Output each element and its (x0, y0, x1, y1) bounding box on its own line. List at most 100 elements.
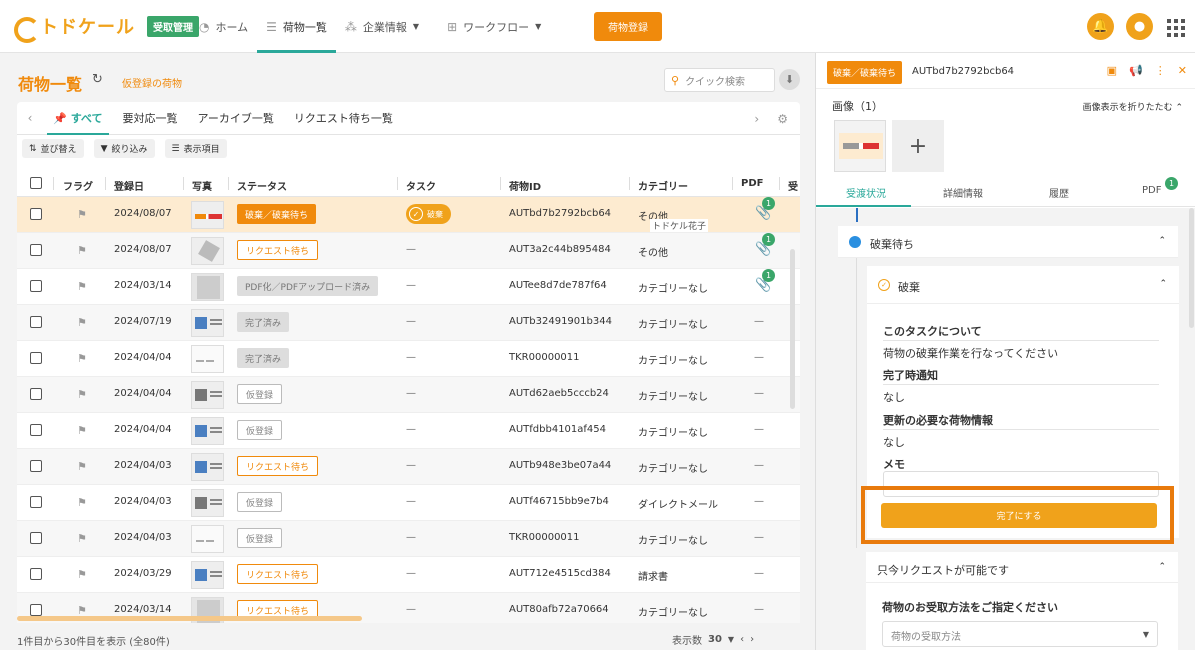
row-package-id[interactable]: AUT3a2c44b895484 (509, 244, 611, 255)
tab-request-waiting[interactable]: リクエスト待ち一覧 (284, 102, 403, 135)
next-page-icon[interactable]: › (750, 634, 754, 645)
more-vertical-icon[interactable]: ⋮ (1155, 64, 1166, 77)
row-photo-thumbnail[interactable] (191, 309, 224, 337)
row-photo-thumbnail[interactable] (191, 273, 224, 301)
vertical-scrollbar[interactable] (790, 249, 795, 409)
row-checkbox[interactable] (30, 532, 42, 544)
add-image-button[interactable]: + (892, 120, 944, 172)
table-row[interactable]: ⚑ 2024/04/04 仮登録 — AUTfdbb4101af454 カテゴリーなし — (17, 413, 800, 449)
table-row[interactable]: ⚑ 2024/04/03 リクエスト待ち — AUTb948e3be07a44 カテゴリー… (17, 449, 800, 485)
refresh-icon[interactable]: ↻ (92, 72, 103, 87)
col-category[interactable]: カテゴリー (638, 178, 688, 193)
nav-package-list[interactable]: ☰ 荷物一覧 (257, 0, 336, 53)
chevron-left-icon[interactable]: ‹ (17, 111, 43, 125)
collapse-images-toggle[interactable]: 画像表示を折りたたむ ⌃ (1083, 100, 1183, 113)
quick-search-input[interactable]: ⚲ クイック検索 (664, 68, 775, 92)
table-row[interactable]: ⚑ 2024/04/04 完了済み — TKR00000011 カテゴリーなし — (17, 341, 800, 377)
receive-method-select[interactable]: 荷物の受取方法 ▼ (882, 621, 1158, 647)
row-photo-thumbnail[interactable] (191, 237, 224, 265)
flag-icon[interactable]: ⚑ (77, 244, 87, 257)
archive-icon[interactable]: ▣ (1107, 64, 1117, 77)
row-package-id[interactable]: AUTbd7b2792bcb64 (509, 208, 611, 219)
row-package-id[interactable]: AUTee8d7de787f64 (509, 280, 607, 291)
table-row[interactable]: ⚑ 2024/04/04 仮登録 — AUTd62aeb5cccb24 カテゴリーなし — (17, 377, 800, 413)
row-photo-thumbnail[interactable] (191, 201, 224, 229)
caret-down-icon[interactable]: ▼ (728, 635, 734, 644)
tab-action-required[interactable]: 要対応一覧 (113, 102, 188, 135)
tab-archive[interactable]: アーカイブ一覧 (188, 102, 284, 135)
col-flag[interactable]: フラグ (63, 178, 93, 193)
col-task[interactable]: タスク (406, 178, 436, 193)
flag-icon[interactable]: ⚑ (77, 316, 87, 329)
flag-icon[interactable]: ⚑ (77, 352, 87, 365)
flag-icon[interactable]: ⚑ (77, 280, 87, 293)
flag-icon[interactable]: ⚑ (77, 460, 87, 473)
flag-icon[interactable]: ⚑ (77, 496, 87, 509)
tab-pdf[interactable]: PDF (1142, 185, 1161, 196)
tab-history[interactable]: 履歴 (1049, 185, 1069, 200)
tab-details[interactable]: 詳細情報 (943, 185, 983, 200)
row-package-id[interactable]: AUTf46715bb9e7b4 (509, 496, 609, 507)
register-package-button[interactable]: 荷物登録 (594, 12, 662, 41)
row-photo-thumbnail[interactable] (191, 489, 224, 517)
sort-button[interactable]: ⇅ 並び替え (22, 139, 84, 158)
logo[interactable]: トドケール 受取管理 (12, 13, 199, 43)
horizontal-scrollbar[interactable] (17, 616, 362, 621)
detail-scrollbar[interactable] (1189, 208, 1194, 328)
row-photo-thumbnail[interactable] (191, 381, 224, 409)
package-image-thumbnail[interactable] (834, 120, 886, 172)
bell-icon[interactable]: 🔔 (1087, 13, 1114, 40)
row-photo-thumbnail[interactable] (191, 417, 224, 445)
row-checkbox[interactable] (30, 496, 42, 508)
row-checkbox[interactable] (30, 460, 42, 472)
row-package-id[interactable]: AUT80afb72a70664 (509, 604, 609, 615)
col-date[interactable]: 登録日 (114, 178, 144, 193)
table-row[interactable]: ⚑ 2024/08/07 リクエスト待ち — AUT3a2c44b895484 その他 📎 1 (17, 233, 800, 269)
page-size-select[interactable]: 30 (708, 634, 722, 645)
row-checkbox[interactable] (30, 244, 42, 256)
megaphone-icon[interactable]: 📢 (1129, 64, 1143, 77)
flag-icon[interactable]: ⚑ (77, 532, 87, 545)
flag-icon[interactable]: ⚑ (77, 208, 87, 221)
col-photo[interactable]: 写真 (192, 178, 212, 193)
user-avatar-icon[interactable]: ● (1126, 13, 1153, 40)
flag-icon[interactable]: ⚑ (77, 388, 87, 401)
table-row[interactable]: ⚑ 2024/04/03 仮登録 — AUTf46715bb9e7b4 ダイレクトメール — (17, 485, 800, 521)
row-package-id[interactable]: AUTfdbb4101af454 (509, 424, 606, 435)
row-photo-thumbnail[interactable] (191, 453, 224, 481)
prev-page-icon[interactable]: ‹ (740, 634, 744, 645)
col-id[interactable]: 荷物ID (509, 178, 541, 193)
col-pdf[interactable]: PDF (741, 178, 763, 189)
table-row[interactable]: ⚑ 2024/03/14 PDF化／PDFアップロード済み — AUTee8d7de78… (17, 269, 800, 305)
row-package-id[interactable]: TKR00000011 (509, 532, 580, 543)
gear-icon[interactable]: ⚙ (777, 112, 788, 126)
nav-company[interactable]: ⁂ 企業情報 ▼ (336, 0, 428, 53)
row-checkbox[interactable] (30, 388, 42, 400)
nav-home[interactable]: ◔ ホーム (190, 0, 257, 53)
chevron-up-icon[interactable]: ⌃ (1158, 562, 1166, 572)
filter-button[interactable]: ▼ 絞り込み (93, 139, 155, 158)
chevron-right-icon[interactable]: › (754, 112, 759, 126)
columns-button[interactable]: ☰ 表示項目 (164, 139, 227, 158)
row-photo-thumbnail[interactable] (191, 345, 224, 373)
row-photo-thumbnail[interactable] (191, 561, 224, 589)
app-grid-icon[interactable] (1165, 17, 1185, 37)
col-receive[interactable]: 受 (788, 178, 798, 193)
flag-icon[interactable]: ⚑ (77, 424, 87, 437)
chevron-up-icon[interactable]: ⌃ (1158, 236, 1166, 246)
provisional-packages-link[interactable]: 仮登録の荷物 (122, 75, 182, 90)
row-photo-thumbnail[interactable] (191, 525, 224, 553)
nav-workflow[interactable]: ⊞ ワークフロー ▼ (438, 0, 550, 53)
row-checkbox[interactable] (30, 316, 42, 328)
row-checkbox[interactable] (30, 208, 42, 220)
table-row[interactable]: ⚑ 2024/04/03 仮登録 — TKR00000011 カテゴリーなし — (17, 521, 800, 557)
flag-icon[interactable]: ⚑ (77, 568, 87, 581)
select-all-checkbox[interactable] (30, 177, 42, 189)
row-task-pill[interactable]: ✓ 破棄 (406, 204, 451, 224)
row-checkbox[interactable] (30, 280, 42, 292)
stage-accordion[interactable]: 破棄待ち ⌃ (838, 226, 1178, 258)
row-package-id[interactable]: AUTd62aeb5cccb24 (509, 388, 609, 399)
col-status[interactable]: ステータス (237, 178, 287, 193)
tab-delivery-status[interactable]: 受渡状況 (846, 185, 886, 200)
row-checkbox[interactable] (30, 604, 42, 616)
